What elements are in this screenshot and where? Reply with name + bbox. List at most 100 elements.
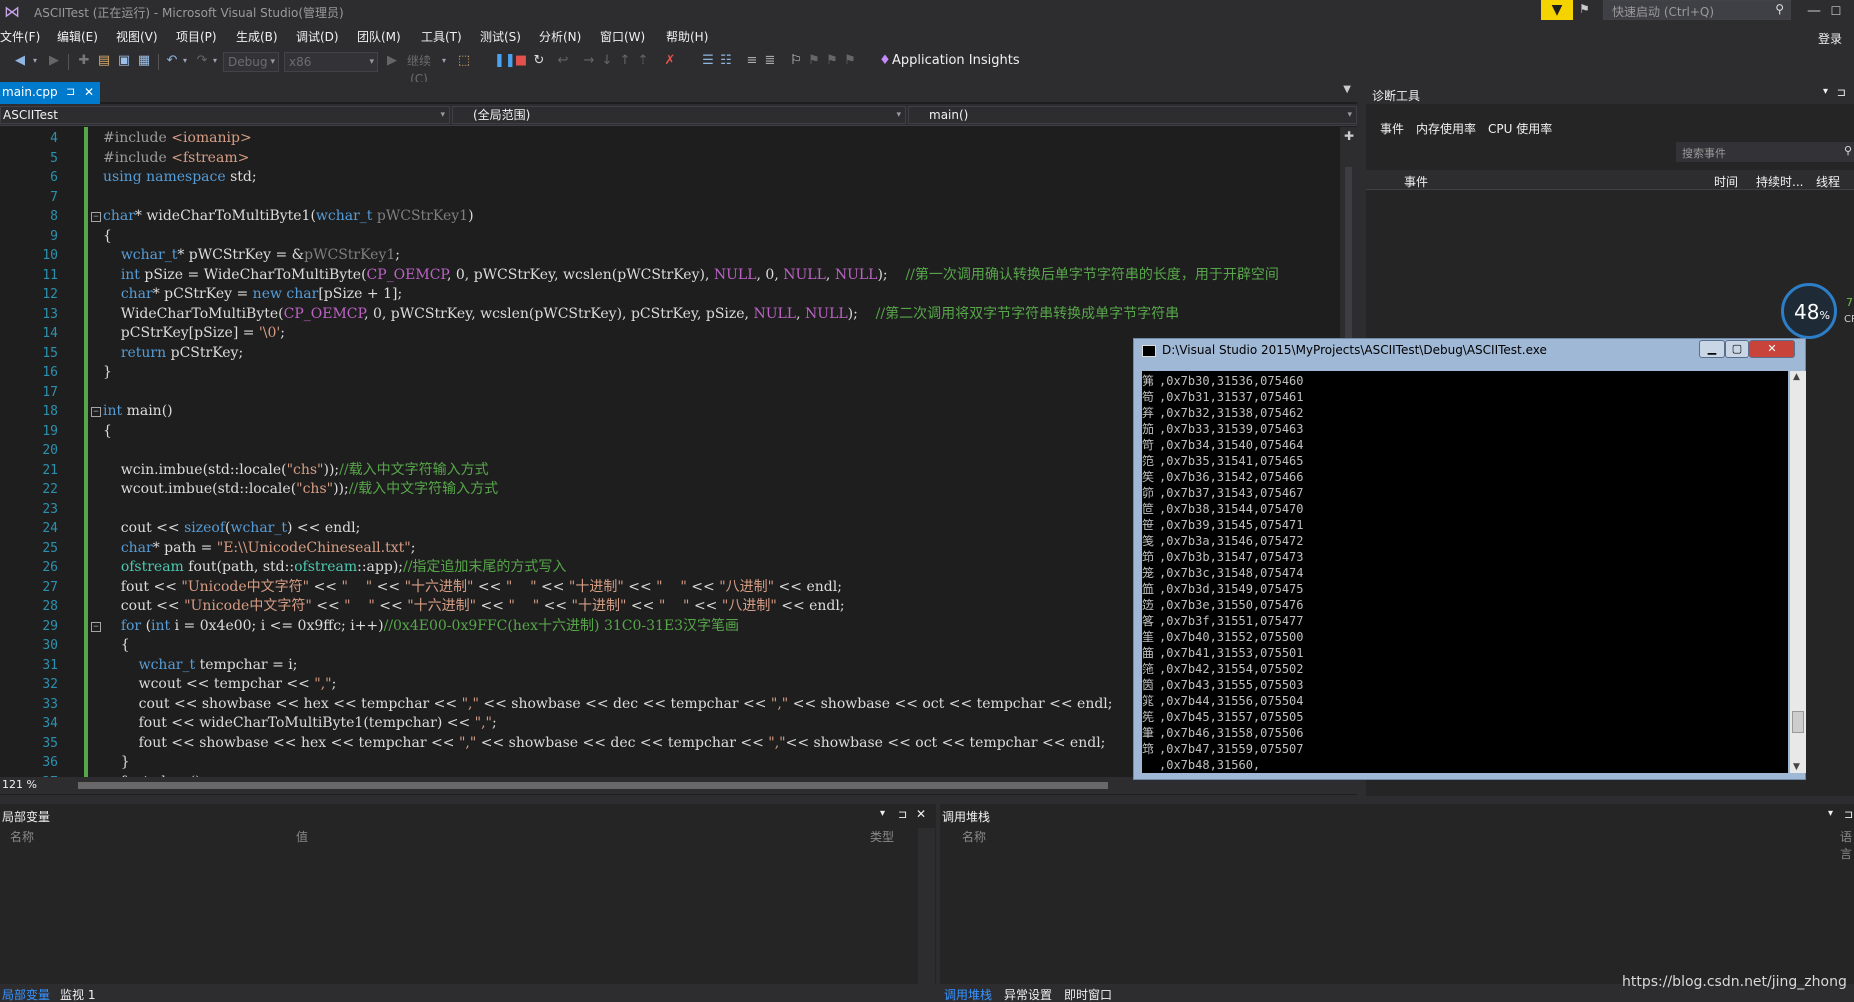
- panel-dropdown-icon[interactable]: ▾: [1828, 808, 1833, 819]
- fold-toggle-icon[interactable]: −: [91, 621, 101, 632]
- continue-dropdown-icon[interactable]: ▾: [439, 52, 449, 70]
- solution-platform-select[interactable]: x86 ▾: [284, 52, 378, 72]
- panel-dropdown-icon[interactable]: ▾: [880, 808, 885, 819]
- feedback-filter-icon[interactable]: ▼: [1541, 0, 1573, 20]
- prev-bookmark-icon[interactable]: ⚑: [806, 52, 822, 70]
- close-panel-icon[interactable]: ✕: [916, 807, 926, 821]
- notification-flag-icon[interactable]: ⚑: [1579, 2, 1597, 18]
- menu-help[interactable]: 帮助(H): [666, 28, 708, 45]
- column-type[interactable]: 类型: [870, 828, 894, 845]
- tab-locals[interactable]: 局部变量: [2, 986, 50, 1002]
- clear-bookmarks-icon[interactable]: ⚑: [842, 52, 858, 70]
- column-thread[interactable]: 线程: [1816, 173, 1840, 190]
- function-select[interactable]: main() ▾: [908, 106, 1357, 124]
- menu-view[interactable]: 视图(V): [116, 28, 158, 45]
- continue-icon[interactable]: ▶: [385, 52, 399, 70]
- column-language[interactable]: 语言: [1840, 828, 1854, 862]
- column-time[interactable]: 时间: [1714, 173, 1738, 190]
- menu-test[interactable]: 测试(S): [480, 28, 521, 45]
- code-line[interactable]: 12 char* pCStrKey = new char[pSize + 1];: [0, 285, 1340, 305]
- locals-scrollbar[interactable]: [918, 828, 935, 984]
- thread-icon[interactable]: ☰: [700, 52, 716, 70]
- code-line[interactable]: 11 int pSize = WideCharToMultiByte(CP_OE…: [0, 266, 1340, 286]
- continue-button[interactable]: 继续(C): [399, 52, 439, 86]
- close-tab-icon[interactable]: ✕: [84, 82, 94, 102]
- console-window[interactable]: D:\Visual Studio 2015\MyProjects\ASCIITe…: [1133, 338, 1806, 780]
- stop-debugging-icon[interactable]: ■: [514, 52, 528, 70]
- pin-icon[interactable]: ⊐: [1837, 86, 1846, 99]
- code-line[interactable]: 8 − char* wideCharToMultiByte1(wchar_t pWC…: [0, 207, 1340, 227]
- pin-icon[interactable]: ⊐: [898, 808, 907, 821]
- uncomment-icon[interactable]: ≣: [762, 52, 778, 70]
- maximize-button[interactable]: ☐: [1826, 0, 1846, 22]
- code-line[interactable]: 10 wchar_t* pWCStrKey = &pWCStrKey1;: [0, 246, 1340, 266]
- panel-dropdown-icon[interactable]: ▾: [1823, 86, 1828, 97]
- exception-settings-icon[interactable]: ✗: [662, 52, 678, 70]
- menu-analyze[interactable]: 分析(N): [539, 28, 581, 45]
- scope-select[interactable]: (全局范围) ▾: [452, 106, 906, 124]
- console-maximize-button[interactable]: ▢: [1725, 340, 1749, 358]
- console-scroll-thumb[interactable]: [1792, 711, 1804, 733]
- stack-frame-icon[interactable]: ☷: [718, 52, 734, 70]
- signin-link[interactable]: 登录: [1818, 30, 1842, 47]
- app-insights-icon[interactable]: ♦: [878, 52, 892, 70]
- tab-immediate-window[interactable]: 即时窗口: [1064, 986, 1112, 1002]
- quick-launch-input[interactable]: 快速启动 (Ctrl+Q) ⚲: [1603, 0, 1791, 20]
- minimize-button[interactable]: —: [1804, 0, 1824, 22]
- console-scrollbar[interactable]: ▲ ▼: [1790, 371, 1806, 773]
- app-insights-button[interactable]: Application Insights: [892, 53, 1020, 68]
- forward-icon[interactable]: ▶: [46, 52, 62, 70]
- step-out-icon[interactable]: ↑: [618, 52, 632, 70]
- tab-watch-1[interactable]: 监视 1: [60, 986, 95, 1002]
- undo-dropdown-icon[interactable]: ▾: [180, 52, 190, 70]
- column-name[interactable]: 名称: [10, 828, 34, 845]
- save-icon[interactable]: ▣: [116, 52, 132, 70]
- project-select[interactable]: ASCIITest ▾: [0, 106, 450, 124]
- save-all-icon[interactable]: ▦: [136, 52, 152, 70]
- back-icon[interactable]: ◀: [12, 52, 28, 70]
- undo-icon[interactable]: ↶: [164, 52, 180, 70]
- pin-icon[interactable]: ⊐: [66, 82, 75, 102]
- menu-debug[interactable]: 调试(D): [296, 28, 339, 45]
- next-bookmark-icon[interactable]: ⚑: [824, 52, 840, 70]
- console-output[interactable]: 笰 ,0x7b30,31536,075460 笱 ,0x7b31,31537,0754…: [1142, 371, 1788, 773]
- horizontal-scroll-thumb[interactable]: [78, 782, 1108, 789]
- fold-toggle-icon[interactable]: −: [91, 212, 101, 222]
- back-dropdown-icon[interactable]: ▾: [30, 52, 40, 70]
- bookmark-icon[interactable]: ⚐: [788, 52, 804, 70]
- console-close-button[interactable]: ✕: [1749, 340, 1795, 358]
- new-project-icon[interactable]: ✚: [76, 52, 92, 70]
- scroll-up-icon[interactable]: ▲: [1793, 372, 1800, 382]
- tab-memory-usage[interactable]: 内存使用率: [1416, 120, 1476, 137]
- fold-toggle-icon[interactable]: −: [91, 407, 101, 417]
- menu-file[interactable]: 文件(F): [0, 28, 40, 45]
- comment-icon[interactable]: ≡: [744, 52, 760, 70]
- show-next-statement-icon[interactable]: ↩: [556, 52, 570, 70]
- zoom-level[interactable]: 121 %: [2, 778, 37, 791]
- scroll-down-icon[interactable]: ▼: [1793, 762, 1800, 772]
- menu-window[interactable]: 窗口(W): [600, 28, 645, 45]
- code-line[interactable]: 9{: [0, 227, 1340, 247]
- code-line[interactable]: 7: [0, 188, 1340, 208]
- solution-configuration-select[interactable]: Debug ▾: [223, 52, 279, 72]
- code-line[interactable]: 5 #include <fstream>: [0, 149, 1340, 169]
- break-all-icon[interactable]: ❚❚: [494, 52, 516, 70]
- menu-project[interactable]: 项目(P): [176, 28, 217, 45]
- process-icon[interactable]: ⬚: [456, 52, 472, 70]
- menu-edit[interactable]: 编辑(E): [57, 28, 98, 45]
- tab-exception-settings[interactable]: 异常设置: [1004, 986, 1052, 1002]
- menu-tools[interactable]: 工具(T): [421, 28, 462, 45]
- tab-call-stack[interactable]: 调用堆栈: [944, 986, 992, 1002]
- step-into-icon[interactable]: ↓: [600, 52, 614, 70]
- restart-icon[interactable]: ↻: [532, 52, 546, 70]
- code-line[interactable]: 4 #include <iomanip>: [0, 129, 1340, 149]
- step-back-icon[interactable]: ⇡: [636, 52, 650, 70]
- column-event[interactable]: 事件: [1404, 173, 1428, 190]
- column-value[interactable]: 值: [296, 828, 308, 845]
- tab-main-cpp[interactable]: main.cpp ⊐ ✕: [0, 82, 100, 104]
- tab-events[interactable]: 事件: [1380, 120, 1404, 137]
- code-line[interactable]: 13 WideCharToMultiByte(CP_OEMCP, 0, pWCS…: [0, 305, 1340, 325]
- tab-dropdown-icon[interactable]: ▼: [1343, 84, 1351, 95]
- column-duration[interactable]: 持续时...: [1756, 173, 1803, 190]
- console-minimize-button[interactable]: ▁: [1699, 340, 1725, 358]
